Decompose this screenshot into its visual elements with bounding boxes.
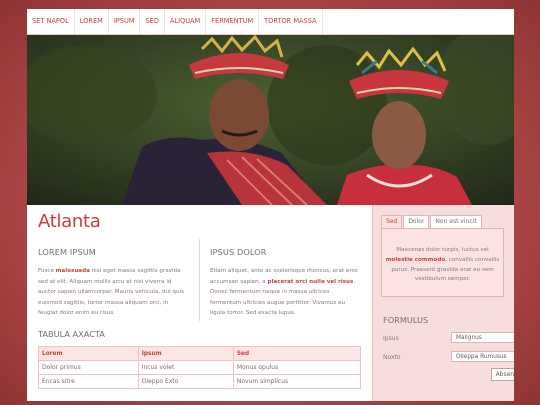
page-title: Atlanta [38, 211, 101, 232]
nav-item-aliquam[interactable]: Aliquam [165, 9, 207, 34]
nav-item-lorem[interactable]: Lorem [75, 9, 109, 34]
table-row: Dolor primus Incus volet Monus opulus [38, 360, 362, 375]
table-header-cell: Sed [232, 346, 362, 361]
highlight-link[interactable]: malesuada [56, 268, 90, 274]
table-header-cell: Ipsum [137, 346, 234, 361]
nav-item-ipsum[interactable]: Ipsum [109, 9, 141, 34]
submit-button[interactable]: Absenden [491, 368, 514, 381]
table-header-row: Lorem Ipsum Sed [38, 346, 362, 361]
table-cell: Monus opulus [232, 360, 362, 375]
main-content: Atlanta Lorem ipsum Fusce malesuada nisi… [27, 205, 372, 401]
table-cell: Dolor primus [38, 360, 139, 375]
highlight-link[interactable]: molestie commodo [386, 257, 446, 263]
top-navigation: Set napol Lorem Ipsum Sed Aliquam Fermen… [27, 9, 514, 35]
field-label-ipsus: Ipsus [383, 335, 399, 342]
table-title: Tabula axacta [38, 329, 105, 339]
column-heading: Lorem ipsum [38, 247, 96, 257]
ipsus-input[interactable]: Malignus [451, 332, 514, 343]
page-container: Set napol Lorem Ipsum Sed Aliquam Fermen… [27, 9, 514, 401]
hero-photo [27, 35, 514, 205]
nav-item-sed[interactable]: Sed [140, 9, 165, 34]
tab-dolor[interactable]: Dolor [403, 215, 430, 228]
column-text: Etiam aliquet, ante ac scelerisque rhonc… [210, 266, 362, 319]
nav-item-fermentum[interactable]: Fermentum [206, 9, 260, 34]
text-run: Fusce [38, 268, 56, 274]
table-cell: Oleppo Exto [137, 374, 234, 389]
column-lorem-ipsum: Lorem ipsum Fusce malesuada nisi eget ma… [38, 247, 188, 319]
tab-non-est-vincit[interactable]: Non est vincit [430, 215, 482, 228]
sidebar-tabs: Sed Dolor Non est vincit [381, 215, 483, 228]
highlight-link[interactable]: placerat orci nulla vel risus [267, 279, 353, 285]
column-heading: Ipsus dolor [210, 247, 267, 257]
noxto-input[interactable]: Olleppa Rumusus [451, 351, 514, 362]
column-text: Fusce malesuada nisi eget massa sagittis… [38, 266, 188, 319]
form-title: Formulus [383, 315, 429, 325]
tab-sed[interactable]: Sed [381, 215, 403, 228]
table-cell: Encas sitre [38, 374, 139, 389]
column-ipsus-dolor: Ipsus dolor Etiam aliquet, ante ac scele… [210, 247, 362, 319]
table-cell: Incus volet [137, 360, 234, 375]
table-header-cell: Lorem [38, 346, 139, 361]
sidebar: Sed Dolor Non est vincit Maecenas dolor … [372, 205, 514, 401]
table-row: Encas sitre Oleppo Exto Novum simplicus [38, 374, 362, 389]
column-divider [199, 239, 200, 321]
hero-photo-icon [27, 35, 514, 205]
text-run: nisi eget massa sagittis gravida sed at … [38, 268, 184, 316]
data-table: Lorem Ipsum Sed Dolor primus Incus volet… [38, 346, 362, 389]
nav-item-tortor-massa[interactable]: Tortor massa [259, 9, 323, 34]
field-label-noxto: Noxto [383, 354, 401, 361]
tab-panel: Maecenas dolor turpis, luctus vel molest… [381, 228, 504, 297]
text-run: Maecenas dolor turpis, luctus vel [396, 247, 489, 253]
table-cell: Novum simplicus [232, 374, 362, 389]
nav-item-set-napol[interactable]: Set napol [27, 9, 75, 34]
